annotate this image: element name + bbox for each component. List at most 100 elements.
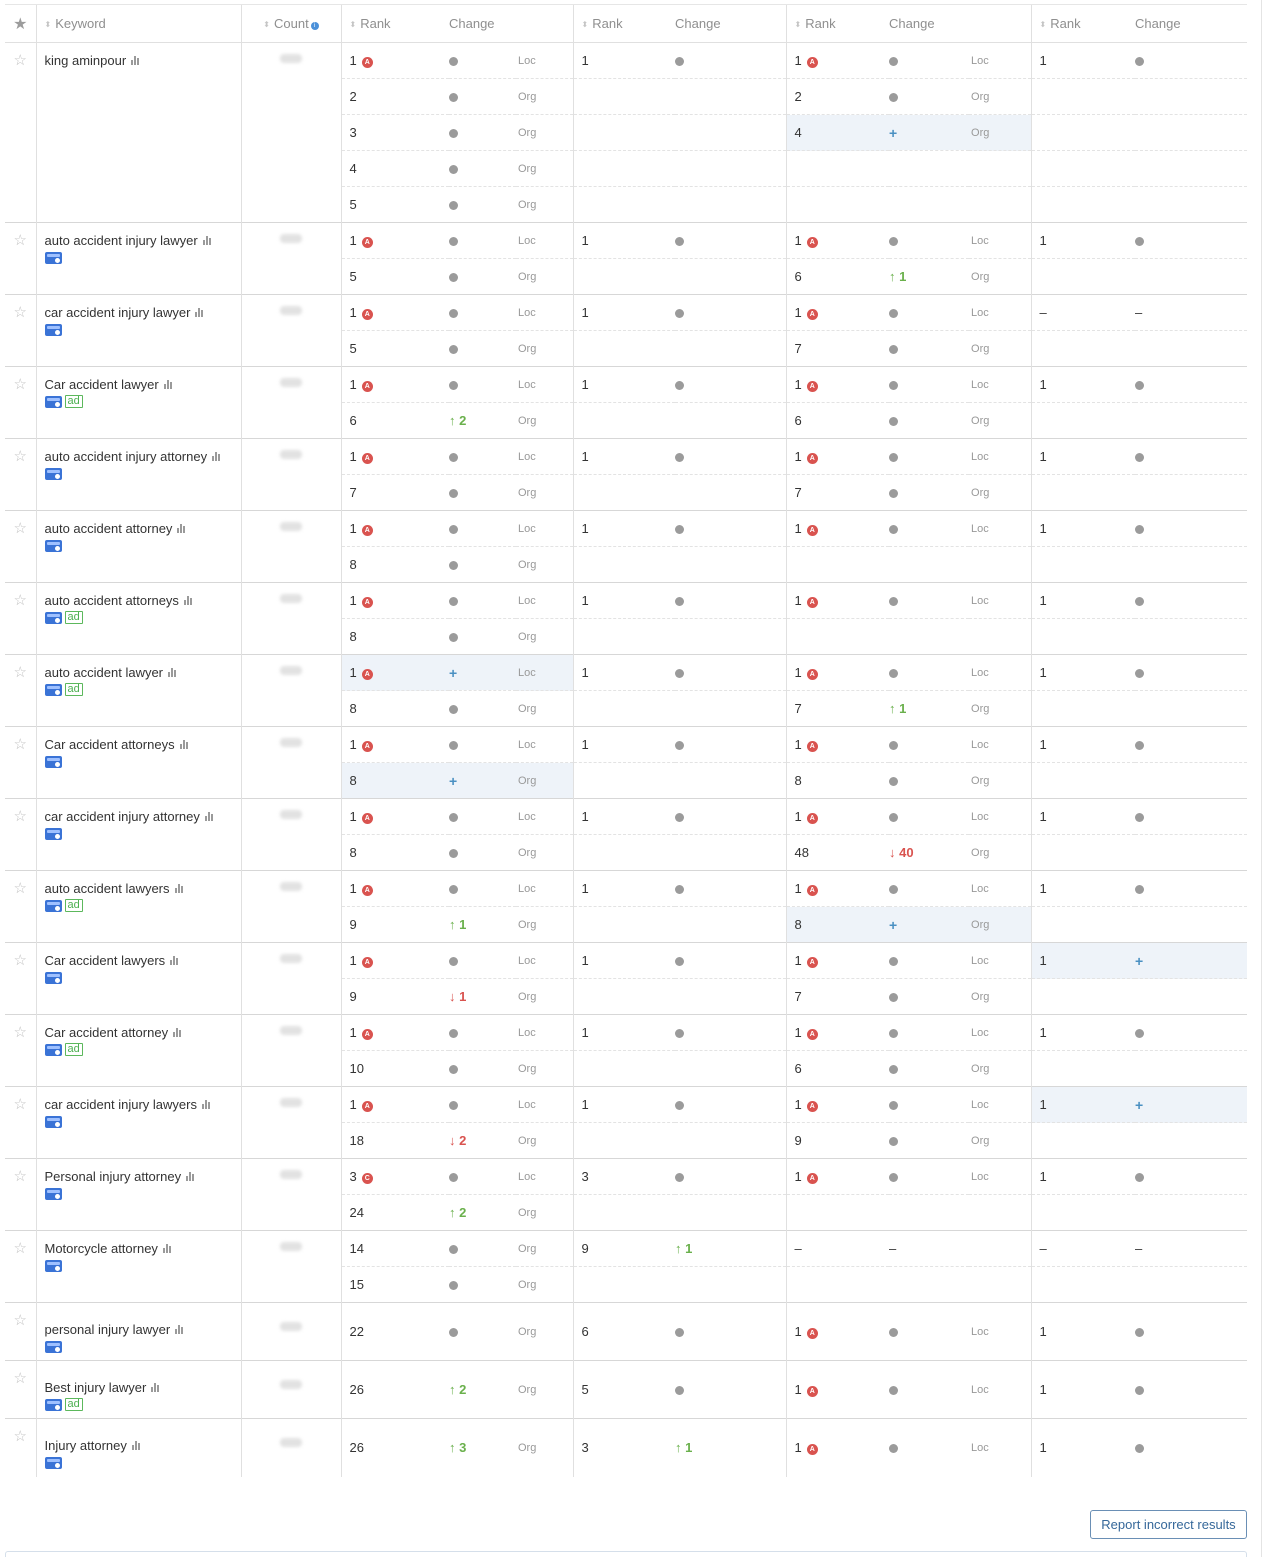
local-pack-a-icon[interactable]: A [361, 597, 373, 608]
keyword-name[interactable]: personal injury lawyer [45, 1322, 171, 1337]
keyword-name[interactable]: Car accident lawyers [45, 953, 166, 968]
rank-header-3[interactable]: ⬍ Rank [785, 4, 890, 43]
chart-icon[interactable] [170, 956, 179, 965]
report-incorrect-results-button[interactable]: Report incorrect results [1090, 1510, 1247, 1539]
local-pack-a-icon[interactable]: A [806, 1101, 818, 1112]
local-pack-a-icon[interactable]: A [806, 669, 818, 680]
keyword-name[interactable]: auto accident lawyer [45, 665, 164, 680]
local-pack-a-icon[interactable]: A [806, 1444, 818, 1456]
local-pack-a-icon[interactable]: A [361, 57, 373, 68]
scrollbar-track[interactable] [1261, 0, 1262, 1557]
favorite-star-icon[interactable]: ☆ [5, 1014, 36, 1087]
favorite-star-icon[interactable]: ☆ [5, 798, 36, 871]
keyword-name[interactable]: auto accident attorney [45, 521, 173, 536]
chart-icon[interactable] [204, 812, 214, 821]
local-pack-a-icon[interactable]: A [806, 381, 818, 392]
local-pack-a-icon[interactable]: A [806, 1173, 818, 1184]
keyword-header[interactable]: ⬍ Keyword [35, 4, 241, 43]
chart-icon[interactable] [131, 1441, 141, 1450]
star-all-icon[interactable]: ★ [5, 4, 36, 43]
keyword-name[interactable]: auto accident lawyers [45, 881, 170, 896]
favorite-star-icon[interactable]: ☆ [5, 366, 36, 439]
chart-icon[interactable] [174, 884, 184, 893]
favorite-star-icon[interactable]: ☆ [5, 42, 36, 223]
keyword-name[interactable]: auto accident injury lawyer [45, 233, 198, 248]
local-pack-a-icon[interactable]: A [806, 1328, 818, 1339]
keyword-name[interactable]: Motorcycle attorney [45, 1241, 158, 1256]
keyword-name[interactable]: king aminpour [45, 53, 127, 68]
chart-icon[interactable] [162, 1244, 172, 1253]
local-pack-a-icon[interactable]: A [361, 669, 373, 680]
favorite-star-icon[interactable]: ☆ [5, 1418, 36, 1477]
local-pack-a-icon[interactable]: A [806, 957, 818, 968]
favorite-star-icon[interactable]: ☆ [5, 510, 36, 583]
local-pack-a-icon[interactable]: A [361, 1101, 373, 1112]
rank-header-2[interactable]: ⬍ Rank [572, 4, 676, 43]
favorite-star-icon[interactable]: ☆ [5, 1158, 36, 1231]
chart-icon[interactable] [151, 1383, 160, 1392]
local-pack-a-icon[interactable]: A [806, 525, 818, 536]
count-header[interactable]: ⬍ Count i [240, 4, 341, 43]
local-pack-a-icon[interactable]: A [361, 957, 373, 968]
favorite-star-icon[interactable]: ☆ [5, 870, 36, 943]
local-pack-a-icon[interactable]: A [361, 309, 373, 320]
keyword-name[interactable]: car accident injury lawyer [45, 305, 191, 320]
favorite-star-icon[interactable]: ☆ [5, 1360, 36, 1419]
local-pack-a-icon[interactable]: A [806, 885, 818, 896]
keyword-name[interactable]: car accident injury lawyers [45, 1097, 197, 1112]
keyword-name[interactable]: Car accident attorney [45, 1025, 169, 1040]
local-pack-a-icon[interactable]: A [361, 237, 373, 248]
chart-icon[interactable] [212, 452, 221, 461]
favorite-star-icon[interactable]: ☆ [5, 438, 36, 511]
local-pack-a-icon[interactable]: A [806, 57, 818, 68]
keyword-name[interactable]: auto accident attorneys [45, 593, 179, 608]
local-pack-a-icon[interactable]: A [361, 453, 373, 464]
local-pack-a-icon[interactable]: A [361, 1029, 373, 1040]
chart-icon[interactable] [183, 596, 193, 605]
favorite-star-icon[interactable]: ☆ [5, 942, 36, 1015]
chart-icon[interactable] [195, 308, 204, 317]
chart-icon[interactable] [201, 1100, 211, 1109]
chart-icon[interactable] [173, 1028, 182, 1037]
chart-icon[interactable] [186, 1172, 195, 1181]
info-icon[interactable]: i [310, 22, 319, 30]
local-pack-a-icon[interactable]: A [806, 1029, 818, 1040]
local-pack-a-icon[interactable]: A [806, 813, 818, 824]
local-pack-a-icon[interactable]: A [806, 597, 818, 608]
favorite-star-icon[interactable]: ☆ [5, 654, 36, 727]
keyword-name[interactable]: auto accident injury attorney [45, 449, 208, 464]
favorite-star-icon[interactable]: ☆ [5, 222, 36, 295]
local-pack-a-icon[interactable]: A [806, 309, 818, 320]
favorite-star-icon[interactable]: ☆ [5, 582, 36, 655]
favorite-star-icon[interactable]: ☆ [5, 1302, 36, 1361]
chart-icon[interactable] [175, 1325, 184, 1334]
chart-icon[interactable] [131, 56, 140, 65]
keyword-name[interactable]: Best injury lawyer [45, 1380, 147, 1395]
chart-icon[interactable] [179, 740, 189, 749]
rank-header-4[interactable]: ⬍ Rank [1030, 4, 1136, 43]
local-pack-a-icon[interactable]: A [361, 813, 373, 824]
favorite-star-icon[interactable]: ☆ [5, 1230, 36, 1303]
keyword-name[interactable]: car accident injury attorney [45, 809, 200, 824]
favorite-star-icon[interactable]: ☆ [5, 294, 36, 367]
local-pack-a-icon[interactable]: A [806, 1386, 818, 1397]
favorite-star-icon[interactable]: ☆ [5, 726, 36, 799]
local-pack-a-icon[interactable]: A [806, 453, 818, 464]
keyword-name[interactable]: Car accident lawyer [45, 377, 159, 392]
local-pack-a-icon[interactable]: A [806, 741, 818, 752]
chart-icon[interactable] [177, 524, 186, 533]
local-pack-c-icon[interactable]: C [361, 1173, 373, 1184]
favorite-star-icon[interactable]: ☆ [5, 1086, 36, 1159]
keyword-name[interactable]: Injury attorney [45, 1438, 127, 1453]
keyword-name[interactable]: Car accident attorneys [45, 737, 175, 752]
chart-icon[interactable] [163, 380, 173, 389]
rank-header-1[interactable]: ⬍ Rank [340, 4, 449, 43]
chart-icon[interactable] [168, 668, 177, 677]
keyword-name[interactable]: Personal injury attorney [45, 1169, 182, 1184]
local-pack-a-icon[interactable]: A [361, 381, 373, 392]
local-pack-a-icon[interactable]: A [806, 237, 818, 248]
chart-icon[interactable] [202, 236, 212, 245]
local-pack-a-icon[interactable]: A [361, 741, 373, 752]
local-pack-a-icon[interactable]: A [361, 525, 373, 536]
local-pack-a-icon[interactable]: A [361, 885, 373, 896]
